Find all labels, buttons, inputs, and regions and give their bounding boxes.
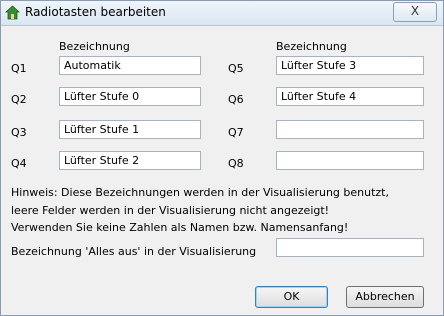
hint-line-1: Hinweis: Diese Bezeichnungen werden in d… (11, 186, 389, 199)
row-label-q7: Q7 (228, 126, 244, 139)
ok-button[interactable]: OK (255, 286, 328, 308)
alles-aus-field[interactable] (276, 238, 424, 257)
hint-line-3: Verwenden Sie keine Zahlen als Namen bzw… (11, 221, 349, 234)
left-column-header: Bezeichnung (59, 40, 130, 53)
dialog-window: Radiotasten bearbeiten X Bezeichnung Bez… (0, 0, 444, 316)
row-label-q2: Q2 (11, 93, 27, 106)
name-field-q2[interactable]: Lüfter Stufe 0 (59, 87, 201, 106)
home-icon (4, 5, 21, 20)
cancel-button[interactable]: Abbrechen (346, 286, 424, 308)
row-label-q1: Q1 (11, 62, 27, 75)
name-field-q1[interactable]: Automatik (59, 56, 201, 75)
alles-aus-label: Bezeichnung 'Alles aus' in der Visualisi… (11, 245, 257, 258)
dialog-body: Bezeichnung Bezeichnung Q1 Automatik Q2 … (1, 26, 443, 315)
name-field-q7[interactable] (276, 120, 424, 139)
close-icon: X (410, 4, 420, 18)
name-field-q3[interactable]: Lüfter Stufe 1 (59, 120, 201, 139)
close-button[interactable]: X (393, 2, 437, 22)
name-field-q6[interactable]: Lüfter Stufe 4 (276, 87, 424, 106)
row-label-q5: Q5 (228, 62, 244, 75)
row-label-q3: Q3 (11, 126, 27, 139)
name-field-q8[interactable] (276, 151, 424, 170)
name-field-q4[interactable]: Lüfter Stufe 2 (59, 151, 201, 170)
title-bar[interactable]: Radiotasten bearbeiten X (1, 1, 443, 26)
window-title: Radiotasten bearbeiten (25, 5, 166, 19)
row-label-q4: Q4 (11, 157, 27, 170)
row-label-q6: Q6 (228, 93, 244, 106)
hint-line-2: leere Felder werden in der Visualisierun… (11, 204, 330, 217)
name-field-q5[interactable]: Lüfter Stufe 3 (276, 56, 424, 75)
right-column-header: Bezeichnung (276, 40, 347, 53)
row-label-q8: Q8 (228, 157, 244, 170)
